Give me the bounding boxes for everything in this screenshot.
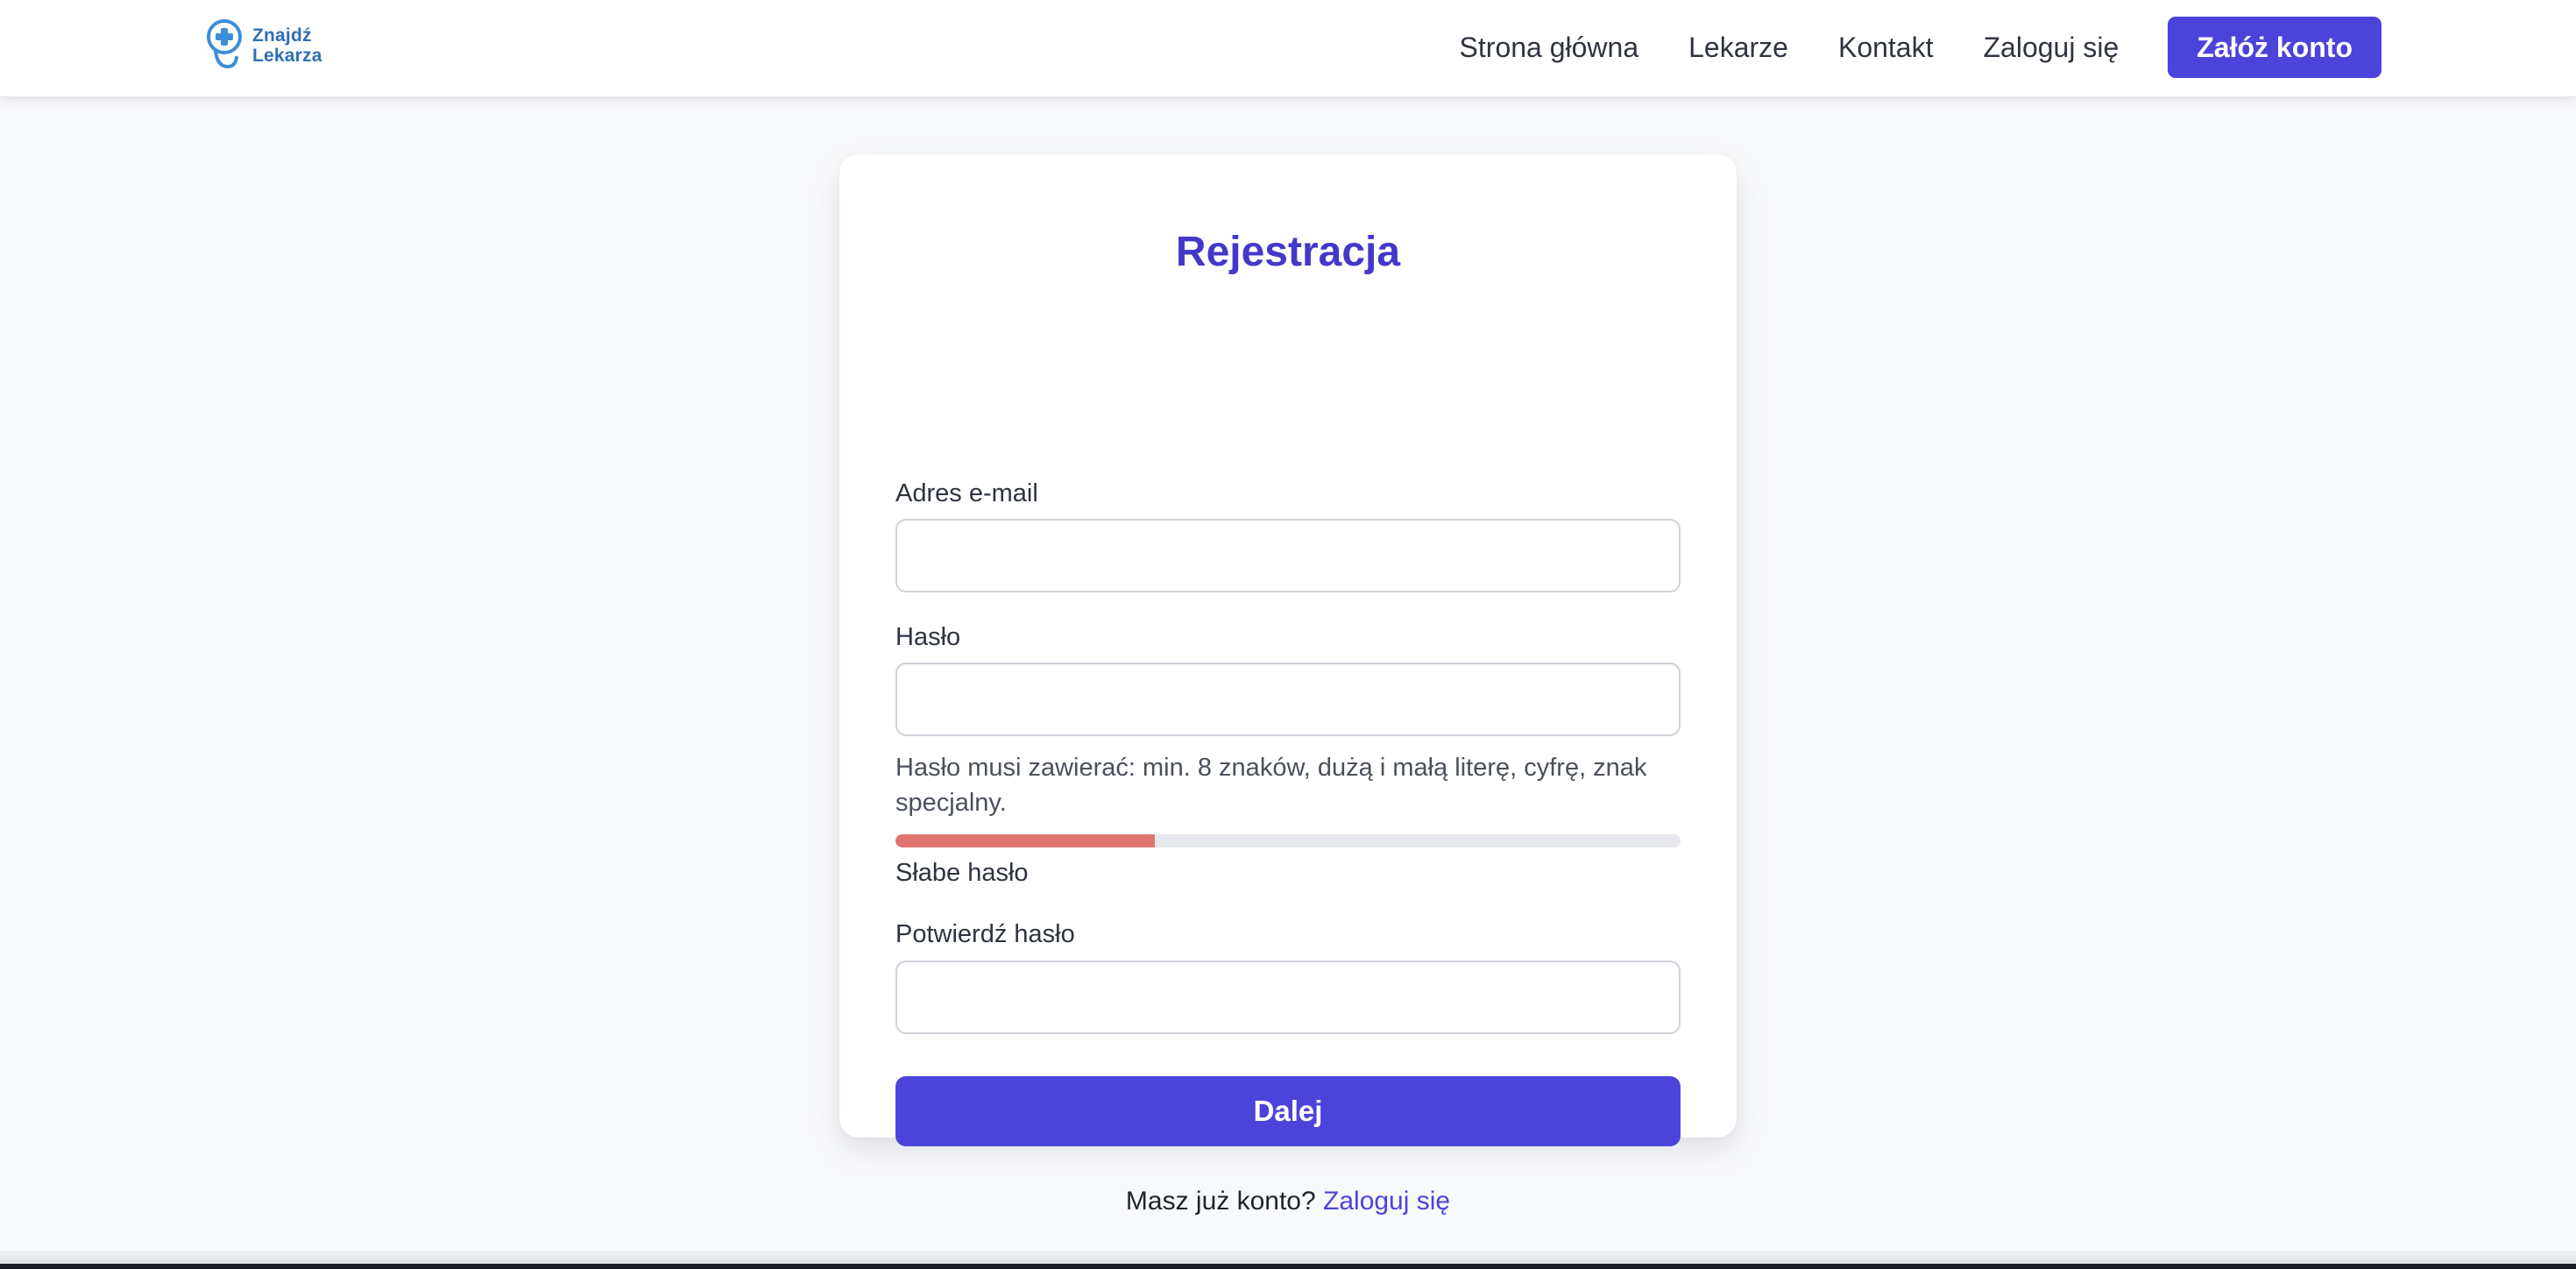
email-label: Adres e-mail [895,479,1038,507]
top-navbar: Znajdź Lekarza Strona główna Lekarze Kon… [0,0,2576,97]
password-requirements-hint: Hasło musi zawierać: min. 8 znaków, dużą… [895,754,1647,817]
login-link[interactable]: Zaloguj się [1323,1187,1450,1216]
nav-link-home[interactable]: Strona główna [1460,32,1639,64]
password-strength-bar [895,834,1681,847]
password-field[interactable] [895,663,1681,736]
logo-line-2: Lekarza [252,46,322,66]
footer-edge [0,1251,2576,1269]
login-prompt-text: Masz już konto? [1125,1187,1324,1216]
confirm-password-field[interactable] [895,961,1681,1034]
stethoscope-plus-icon [207,19,242,69]
nav-link-doctors[interactable]: Lekarze [1688,32,1788,64]
confirm-password-label: Potwierdź hasło [895,920,1075,948]
nav-link-login[interactable]: Zaloguj się [1983,32,2119,64]
logo-text: Znajdź Lekarza [252,25,322,66]
password-label: Hasło [895,623,961,651]
page-title: Rejestracja [1175,229,1401,275]
registration-card: Rejestracja Adres e-mail Hasło Hasło mus… [839,154,1737,1216]
main-nav: Strona główna Lekarze Kontakt Zaloguj si… [1460,17,2381,78]
logo-line-1: Znajdź [252,25,312,46]
create-account-button[interactable]: Załóż konto [2168,17,2381,78]
password-strength-label: Słabe hasło [895,859,1029,887]
nav-link-contact[interactable]: Kontakt [1838,32,1934,64]
email-field[interactable] [895,519,1681,592]
login-prompt-row: Masz już konto? Zaloguj się [839,1187,1737,1216]
site-logo[interactable]: Znajdź Lekarza [203,18,322,74]
password-strength-fill [895,834,1155,847]
next-button[interactable]: Dalej [895,1076,1681,1146]
